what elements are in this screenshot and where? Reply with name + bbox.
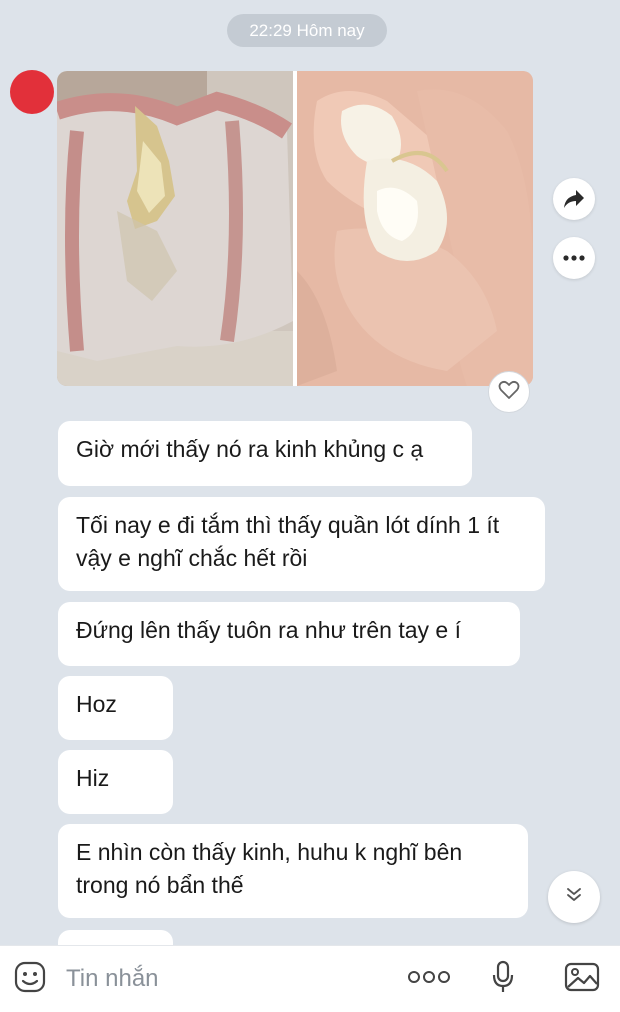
message-bubble[interactable]: E nhìn còn thấy kinh, huhu k nghĩ bên tr… [58,824,528,918]
more-dots-icon [563,255,585,261]
message-text: E nhìn còn thấy kinh, huhu k nghĩ bên tr… [76,839,463,898]
scroll-down-button[interactable] [548,871,600,923]
more-actions-button[interactable] [553,237,595,279]
message-text: Đứng lên thấy tuôn ra như trên tay e í [76,617,461,643]
forward-arrow-icon [563,189,585,209]
heart-icon [498,380,520,405]
more-options-icon [407,970,451,989]
message-text: Tối nay e đi tắm thì thấy quần lót dính … [76,512,500,571]
react-button[interactable] [488,371,530,413]
image-button[interactable] [562,946,602,1012]
microphone-icon [492,960,514,999]
timestamp-pill: 22:29 Hôm nay [227,14,387,47]
message-text: Hoz [76,691,117,717]
message-bubble[interactable]: Hiz [58,750,173,814]
message-text: Giờ mới thấy nó ra kinh khủng c ạ [76,436,424,462]
message-bubble[interactable]: Giờ mới thấy nó ra kinh khủng c ạ [58,421,472,486]
forward-button[interactable] [553,178,595,220]
avatar[interactable] [10,70,54,114]
more-options-button[interactable] [404,946,454,1012]
photo-2[interactable] [297,71,533,386]
photo-message[interactable] [57,71,533,386]
message-text: Hiz [76,765,110,791]
image-icon [564,962,600,997]
message-bubble-partial[interactable] [58,930,173,945]
message-bubble[interactable]: Đứng lên thấy tuôn ra như trên tay e í [58,602,520,666]
double-chevron-down-icon [566,887,582,908]
voice-button[interactable] [486,946,520,1012]
message-input[interactable]: Tin nhắn [66,946,159,1012]
sticker-button[interactable] [10,946,50,1012]
chat-area[interactable]: 22:29 Hôm nay Giờ mới thấy nó ra kinh kh… [0,0,620,945]
message-bubble[interactable]: Tối nay e đi tắm thì thấy quần lót dính … [58,497,545,591]
sticker-face-icon [13,960,47,999]
photo-1[interactable] [57,71,293,386]
message-bubble[interactable]: Hoz [58,676,173,740]
message-input-bar: Tin nhắn [0,945,620,1012]
